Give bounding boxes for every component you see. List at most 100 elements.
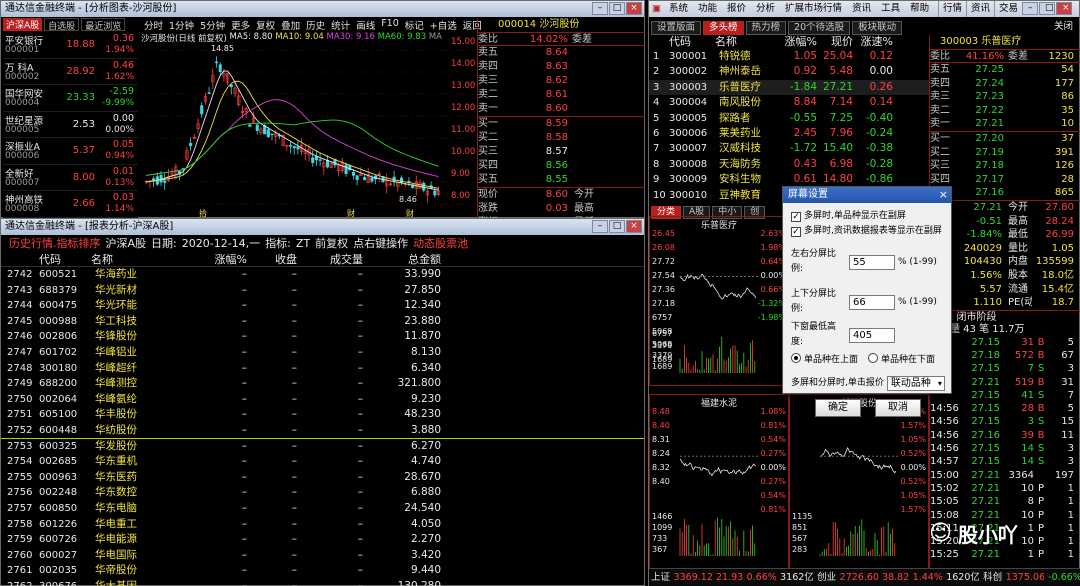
ranking-row[interactable]: 6 300006 莱美药业 2.45 7.96 -0.24 (649, 126, 929, 141)
history-row[interactable]: 2754 002685 华东重机 – – – 4.740 (1, 454, 644, 470)
rank-col-header[interactable]: 名称 (715, 35, 771, 49)
history-row[interactable]: 2762300676 华大基因 – – – 130.280 (1, 579, 644, 586)
rank-col-header[interactable]: 涨速% (853, 35, 893, 49)
menu-item[interactable]: 报价 (722, 1, 751, 17)
history-row[interactable]: 2758 601226 华电重工 – – – 4.050 (1, 517, 644, 533)
radio-single-bottom[interactable]: 单品种在下面 (868, 353, 935, 368)
history-row[interactable]: 2756 002248 华东数控 – – – 6.880 (1, 485, 644, 501)
history-row[interactable]: 2753 600325 华发股份 – – – 6.270 (1, 439, 644, 455)
history-col-header[interactable]: 代码 (39, 252, 91, 266)
ranking-row[interactable]: 8 300008 天海防务 0.43 6.98 -0.28 (649, 157, 929, 172)
history-mode-label[interactable]: 历史行情.指标排序 (9, 235, 101, 252)
right-tab[interactable]: 多头榜 (703, 21, 744, 35)
radio-selected-icon[interactable] (791, 353, 801, 363)
chart-toolbar-item[interactable]: 更多 (228, 18, 253, 32)
chart-toolbar-item[interactable]: +自选 (427, 18, 460, 32)
stock-list-item[interactable]: 万 科A 000002 28.92 0.46 1.62% (3, 59, 138, 85)
stock-list-item[interactable]: 平安银行 000001 18.88 0.36 1.94% (3, 32, 138, 59)
close-icon[interactable]: × (626, 2, 642, 15)
checkbox-checked-icon[interactable]: ✓ (791, 212, 801, 222)
radio-unselected-icon[interactable] (868, 353, 879, 363)
menu-item[interactable]: 扩展市场行情 (780, 1, 847, 17)
ranking-row[interactable]: 2 300002 神州泰岳 0.92 5.48 0.00 (649, 64, 929, 79)
history-col-header[interactable]: 成交量 (297, 252, 363, 266)
stock-list-item[interactable]: 世纪星源 000005 2.53 0.00 0.00% (3, 112, 138, 138)
chart-toolbar-item[interactable]: 5分钟 (197, 18, 228, 32)
min-height-input[interactable]: 405 (849, 327, 895, 343)
chart-toolbar-item[interactable]: 标记 (402, 18, 427, 32)
history-row[interactable]: 2749 688200 华峰测控 – – – 321.800 (1, 376, 644, 392)
history-row[interactable]: 2744 600475 华光环能 – – – 12.340 (1, 298, 644, 314)
maximize-icon[interactable]: □ (1039, 2, 1055, 15)
check-single-secondary[interactable]: ✓ 多屏时,单品种显示在副屏 (791, 209, 945, 224)
menu-item[interactable]: 系统 (664, 1, 693, 17)
ranking-row[interactable]: 7 300007 汉威科技 -1.72 15.40 -0.38 (649, 141, 929, 156)
chart-toolbar-item[interactable]: 画线 (353, 18, 378, 32)
history-titlebar[interactable]: 通达信金融终端 - [报表分析-沪深A股] – □ × (1, 219, 644, 235)
dialog-close-icon[interactable]: × (939, 187, 948, 203)
history-row[interactable]: 2747 601702 华峰铝业 – – – 8.130 (1, 345, 644, 361)
chart-toolbar-item[interactable]: 分时 (141, 18, 166, 32)
ranking-row[interactable]: 4 300004 南风股份 8.84 7.14 0.14 (649, 95, 929, 110)
right-tab[interactable]: 20个待选股 (788, 21, 851, 35)
menu-item[interactable]: 工具 (876, 1, 905, 17)
check-info-secondary[interactable]: ✓ 多屏时,资讯数据报表等显示在副屏 (791, 224, 945, 239)
click-behavior-select[interactable]: 联动品种 ▾ (886, 376, 945, 391)
menu-right-item[interactable]: 行情 (937, 1, 966, 17)
mini-chart[interactable]: 新西股份2.10%1.57%1.05%0.52%0.00%0.52%1.05%1… (789, 394, 929, 569)
menu-item[interactable]: 资讯 (847, 1, 876, 17)
close-panel-link[interactable]: 关闭 (1049, 21, 1079, 35)
maximize-icon[interactable]: □ (609, 220, 625, 233)
ranking-row[interactable]: 1 300001 特锐德 1.05 25.04 0.12 (649, 49, 929, 64)
history-row[interactable]: 2761 002035 华帝股份 – – – 9.440 (1, 563, 644, 579)
history-row[interactable]: 2760 600027 华电国际 – – – 3.420 (1, 548, 644, 564)
rank-col-header[interactable]: 代码 (669, 35, 715, 49)
left-top-titlebar[interactable]: 通达信金融终端 - [分析图表-沙河股份] – □ × (1, 1, 644, 17)
menu-right-item[interactable]: 资讯 (965, 1, 994, 17)
dynamic-pool-link[interactable]: 动态股票池 (413, 235, 468, 252)
ok-button[interactable]: 确定 (815, 399, 861, 417)
chart-toolbar-item[interactable]: 历史 (303, 18, 328, 32)
history-row[interactable]: 2751 605100 华丰股份 – – – 48.230 (1, 407, 644, 423)
chart-toolbar-item[interactable]: 1分钟 (166, 18, 197, 32)
history-row[interactable]: 2748 300180 华峰超纤 – – – 6.340 (1, 361, 644, 377)
ranking-row[interactable]: 5 300005 探路者 -0.55 7.25 -0.40 (649, 111, 929, 126)
ud-ratio-input[interactable]: 66 (849, 294, 895, 310)
rank-col-header[interactable]: 涨幅% (771, 35, 817, 49)
close-icon[interactable]: × (1056, 2, 1072, 15)
chart-toolbar-item[interactable]: 统计 (328, 18, 353, 32)
lr-ratio-input[interactable]: 55 (849, 254, 895, 270)
history-col-header[interactable]: 名称 (91, 252, 187, 266)
minimize-icon[interactable]: – (592, 2, 608, 15)
history-row[interactable]: 2745 000988 华工科技 – – – 23.880 (1, 314, 644, 330)
dialog-titlebar[interactable]: 屏幕设置 × (783, 187, 951, 203)
close-icon[interactable]: × (626, 220, 642, 233)
history-row[interactable]: 2759 600726 华电能源 – – – 2.270 (1, 532, 644, 548)
right-tab[interactable]: 板块联动 (852, 21, 903, 35)
cancel-button[interactable]: 取消 (875, 399, 921, 417)
chevron-down-icon[interactable]: ▾ (938, 377, 942, 390)
chart-toolbar-item[interactable]: 叠加 (278, 18, 303, 32)
stock-list-item[interactable]: 国华网安 000004 23.33 -2.59 -9.99% (3, 85, 138, 112)
history-row[interactable]: 2755 000963 华东医药 – – – 28.670 (1, 470, 644, 486)
mini-chart[interactable]: 福建水泥 8.48 8.40 8.31 8.24 8.32 8.40 1.08% 0.81% 0.… (649, 394, 789, 569)
tab-recent[interactable]: 最近浏览 (81, 18, 126, 32)
history-row[interactable]: 2743 688379 华光新材 – – – 27.850 (1, 283, 644, 299)
ranking-row[interactable]: 3 300003 乐普医疗 -1.84 27.21 0.26 (649, 79, 929, 96)
history-col-header[interactable]: 涨幅% (187, 252, 247, 266)
history-row[interactable]: 2757 600850 华东电脑 – – – 24.540 (1, 501, 644, 517)
menu-item[interactable]: 功能 (693, 1, 722, 17)
indicator-value[interactable]: ZT (296, 235, 310, 252)
chart-toolbar-item[interactable]: 复权 (253, 18, 278, 32)
checkbox-checked-icon[interactable]: ✓ (791, 227, 801, 237)
mini-chart[interactable]: 乐普医疗 26.45 26.08 27.72 27.54 27.36 27.18 6757 50… (649, 216, 789, 386)
chart-toolbar-item[interactable]: F10 (378, 18, 402, 32)
right-tab[interactable]: 设置版面 (651, 21, 702, 35)
adjust-label[interactable]: 前复权 (315, 235, 348, 252)
minimize-icon[interactable]: – (592, 220, 608, 233)
kline-chart[interactable]: 沙河股份(日线 前复权) MA5: 8.80 MA10: 9.04 MA30: … (141, 32, 476, 218)
stock-list-item[interactable]: 全新好 000007 8.00 0.01 0.13% (3, 165, 138, 191)
history-row[interactable]: 2746 002806 华锋股份 – – – 11.870 (1, 329, 644, 345)
menu-item[interactable]: 帮助 (905, 1, 934, 17)
history-col-header[interactable]: 总金额 (363, 252, 441, 266)
